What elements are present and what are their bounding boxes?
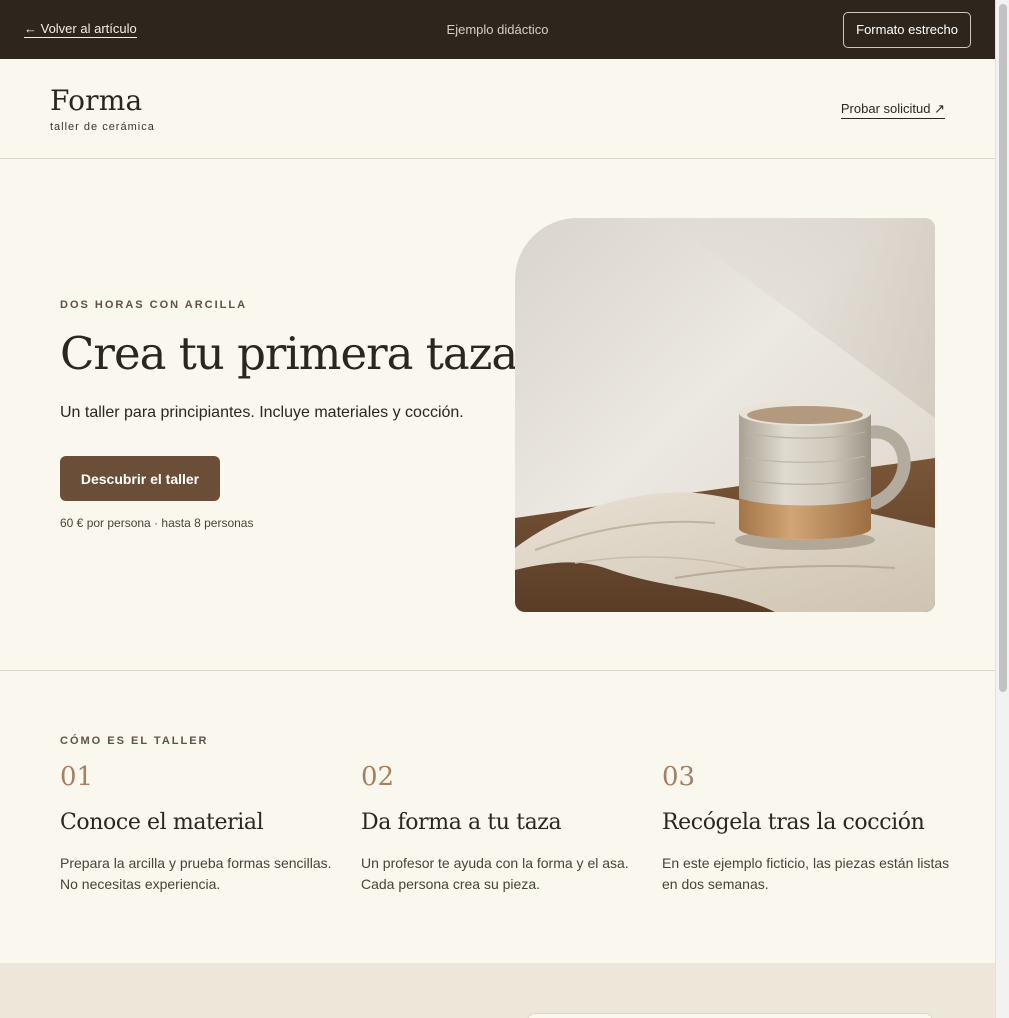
- step-title: Conoce el material: [60, 810, 264, 835]
- ceramic-mug-image: [515, 218, 935, 612]
- step-description: Prepara la arcilla y prueba formas senci…: [60, 855, 332, 892]
- step-number: 01: [60, 762, 94, 792]
- vertical-scrollbar[interactable]: [995, 0, 1009, 1018]
- brand-logo[interactable]: Forma: [50, 84, 142, 117]
- step-description: Un profesor te ayuda con la forma y el a…: [361, 855, 629, 892]
- step-number: 03: [662, 762, 696, 792]
- discover-workshop-button[interactable]: Descubrir el taller: [60, 456, 220, 501]
- hero-subtitle: Un taller para principiantes. Incluye ma…: [60, 404, 464, 421]
- hero-title: Crea tu primera taza: [60, 327, 518, 380]
- step-description: En este ejemplo ficticio, las piezas est…: [662, 855, 950, 892]
- site-header: Forma taller de cerámica Probar solicitu…: [0, 59, 995, 159]
- step-title: Da forma a tu taza: [361, 810, 562, 835]
- next-section-card: [527, 1013, 933, 1018]
- top-bar: ← Volver al artículo Ejemplo didáctico F…: [0, 0, 995, 59]
- narrow-format-button[interactable]: Formato estrecho: [843, 11, 971, 48]
- step-number: 02: [361, 762, 395, 792]
- step-card: 03 Recógela tras la cocción En este ejem…: [662, 762, 952, 895]
- step-title: Recógela tras la cocción: [662, 810, 925, 835]
- hero-eyebrow: DOS HORAS CON ARCILLA: [60, 299, 248, 311]
- next-section-band: [0, 963, 995, 1018]
- price-note: 60 € por persona · hasta 8 personas: [60, 516, 254, 530]
- try-request-link[interactable]: Probar solicitud ↗: [840, 101, 945, 119]
- workshop-steps-section: CÓMO ES EL TALLER 01 Conoce el material …: [0, 672, 995, 963]
- page: ← Volver al artículo Ejemplo didáctico F…: [0, 0, 995, 1018]
- mug-illustration: [515, 218, 935, 612]
- back-to-article-link[interactable]: ← Volver al artículo: [24, 21, 137, 38]
- step-card: 01 Conoce el material Prepara la arcilla…: [60, 762, 350, 895]
- hero-section: DOS HORAS CON ARCILLA Crea tu primera ta…: [0, 159, 995, 671]
- steps-eyebrow: CÓMO ES EL TALLER: [60, 735, 209, 747]
- step-card: 02 Da forma a tu taza Un profesor te ayu…: [361, 762, 651, 895]
- scrollbar-thumb[interactable]: [999, 4, 1007, 692]
- brand-tagline: taller de cerámica: [50, 121, 155, 133]
